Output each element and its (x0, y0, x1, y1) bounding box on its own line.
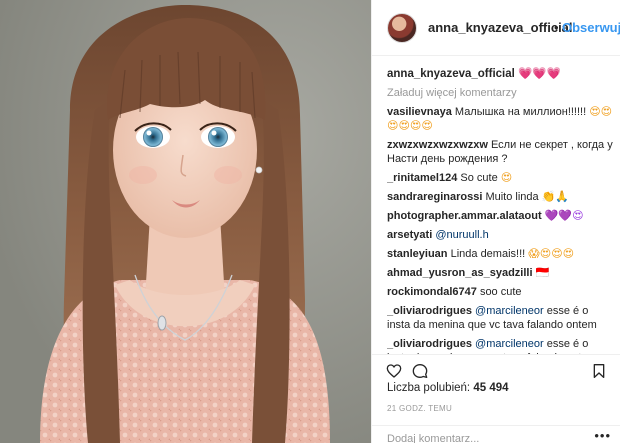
comment-text: Muito linda (485, 191, 539, 203)
comment-username-link[interactable]: arsetyati (387, 229, 432, 241)
bookmark-icon[interactable] (591, 363, 607, 379)
comment-mention-link[interactable]: @marcileneor (475, 305, 544, 317)
post-header: anna_knyazeva_official • Obserwuj (372, 0, 620, 56)
post-photo[interactable] (0, 0, 371, 443)
comment-item: sandrareginarossi Muito linda 👏🙏 (387, 190, 613, 204)
comment-item: zxwzxwzxwzxwzxw Если не секрет , когда у… (387, 138, 613, 166)
more-options-icon[interactable]: ••• (594, 428, 611, 443)
header-separator: • (554, 20, 559, 35)
comment-item: photographer.ammar.alataout 💜💜😍 (387, 209, 613, 223)
load-more-comments-link[interactable]: Załaduj więcej komentarzy (387, 86, 613, 100)
comment-item: _oliviarodrigues @marcileneor esse é o i… (387, 304, 613, 332)
header-username-link[interactable]: anna_knyazeva_official (428, 20, 573, 35)
comment-item: _oliviarodrigues @marcileneor esse é o i… (387, 337, 613, 354)
comments-list[interactable]: anna_knyazeva_official 💗💗💗 Załaduj więce… (372, 57, 620, 354)
comment-emoji: 😱😍😍😍 (528, 247, 575, 260)
comment-text: Малышка на миллион!!!!!! (454, 106, 587, 118)
comment-icon[interactable] (412, 363, 428, 379)
heart-icon[interactable] (386, 363, 402, 379)
comment-username-link[interactable]: zxwzxwzxwzxwzxw (387, 139, 488, 151)
follow-button[interactable]: Obserwuj (562, 20, 620, 35)
comment-mention-link[interactable]: @nuruull.h (435, 229, 488, 241)
add-comment-input[interactable] (387, 433, 587, 443)
comment-text: So cute (460, 172, 498, 184)
post-caption: anna_knyazeva_official 💗💗💗 (387, 66, 613, 81)
comment-item: vasilievnaya Малышка на миллион!!!!!! 😍😍… (387, 105, 613, 133)
comment-username-link[interactable]: _oliviarodrigues (387, 305, 472, 317)
comment-emoji: 👏🙏 (541, 190, 570, 203)
caption-username-link[interactable]: anna_knyazeva_official (387, 68, 515, 80)
likes-number: 45 494 (473, 382, 509, 394)
comment-item: ahmad_yusron_as_syadzilli 🇮🇩 (387, 266, 613, 280)
girl-portrait-image (0, 0, 371, 443)
profile-avatar[interactable] (387, 13, 417, 43)
comment-username-link[interactable]: _oliviarodrigues (387, 338, 472, 350)
post-sidebar: anna_knyazeva_official • Obserwuj anna_k… (371, 0, 620, 443)
comment-username-link[interactable]: _rinitamel124 (387, 172, 457, 184)
comment-emoji: 💜💜😍 (544, 209, 584, 222)
comment-text: soo cute (479, 286, 522, 298)
comment-username-link[interactable]: sandrareginarossi (387, 191, 482, 203)
post-timestamp[interactable]: 21 GODZ. TEMU (387, 404, 452, 413)
comment-item: _rinitamel124 So cute 😍 (387, 171, 613, 185)
add-comment-bar: ••• (372, 425, 620, 443)
comment-username-link[interactable]: photographer.ammar.alataout (387, 210, 542, 222)
comment-item: rockimondal6747 soo cute (387, 285, 613, 299)
comment-item: arsetyati @nuruull.h (387, 228, 613, 242)
likes-count[interactable]: Liczba polubień: 45 494 (387, 382, 509, 394)
likes-label: Liczba polubień: (387, 382, 471, 394)
comment-item: stanleyiuan Linda demais!!! 😱😍😍😍 (387, 247, 613, 261)
comment-username-link[interactable]: rockimondal6747 (387, 286, 477, 298)
comment-emoji: 🇮🇩 (535, 266, 550, 279)
caption-text: 💗💗💗 (518, 66, 562, 80)
comment-emoji: 😍 (500, 171, 513, 184)
comment-username-link[interactable]: stanleyiuan (387, 248, 448, 260)
comment-text: Linda demais!!! (450, 248, 526, 260)
comment-mention-link[interactable]: @marcileneor (475, 338, 544, 350)
comment-username-link[interactable]: vasilievnaya (387, 106, 452, 118)
comment-username-link[interactable]: ahmad_yusron_as_syadzilli (387, 267, 533, 279)
